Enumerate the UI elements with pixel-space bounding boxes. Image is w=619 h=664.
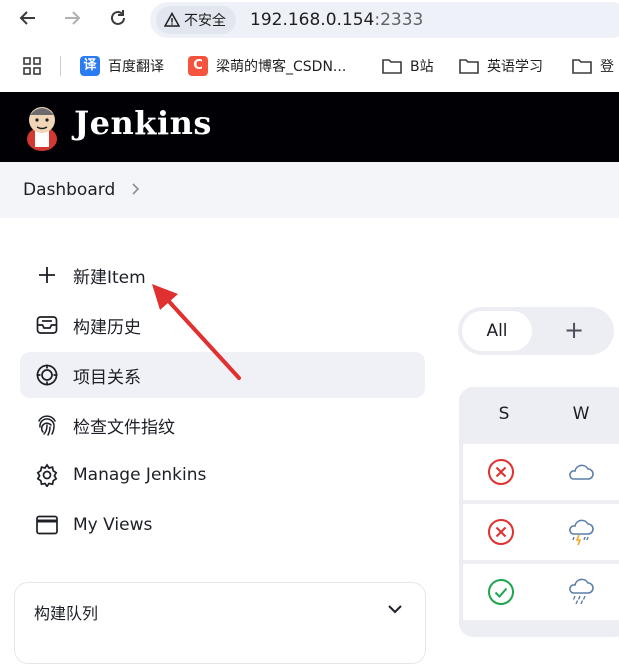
bookmark-folder-english[interactable]: 英语学习	[459, 54, 543, 78]
task-label: My Views	[73, 515, 153, 535]
build-queue-panel[interactable]: 构建队列	[14, 582, 426, 664]
address-bar[interactable]: 不安全 192.168.0.154:2333	[150, 2, 619, 38]
bookmark-label: 百度翻译	[108, 59, 164, 75]
url-host: 192.168.0.154	[250, 10, 375, 30]
cloudy-weather-icon[interactable]	[565, 457, 595, 487]
rainy-weather-icon[interactable]	[565, 577, 595, 607]
inbox-icon	[34, 312, 60, 338]
folder-icon	[459, 59, 479, 74]
task-label: 项目关系	[73, 367, 141, 388]
url-text[interactable]: 192.168.0.154:2333	[250, 10, 423, 30]
chevron-down-icon[interactable]	[387, 603, 403, 615]
thunderstorm-weather-icon[interactable]	[565, 517, 595, 547]
failed-status-icon[interactable]	[486, 457, 516, 487]
bookmark-folder-login[interactable]: 登	[572, 54, 614, 78]
target-icon	[34, 362, 60, 388]
task-label: 检查文件指纹	[73, 417, 175, 438]
bookmark-folder-bilibili[interactable]: B站	[382, 54, 434, 78]
security-indicator[interactable]: 不安全	[156, 6, 236, 34]
fingerprint-icon	[34, 412, 60, 438]
task-manage-jenkins[interactable]: Manage Jenkins	[20, 452, 425, 498]
jenkins-title[interactable]: Jenkins	[74, 104, 212, 142]
browser-chrome: 不安全 192.168.0.154:2333 译 百度翻译 C 梁萌的博客_CS…	[0, 0, 619, 92]
warning-icon	[164, 12, 180, 27]
task-fingerprint-check[interactable]: 检查文件指纹	[20, 402, 425, 448]
chevron-right-icon[interactable]	[130, 181, 142, 197]
bookmark-label: 英语学习	[487, 59, 543, 75]
reload-icon[interactable]	[104, 8, 132, 34]
table-row[interactable]	[463, 564, 619, 620]
forward-icon[interactable]	[58, 8, 86, 34]
view-tabs: All +	[458, 307, 614, 355]
add-view-tab[interactable]: +	[558, 315, 590, 347]
security-label: 不安全	[184, 13, 226, 29]
bookmark-label: 登	[600, 59, 614, 75]
job-table: S W	[459, 387, 619, 637]
failed-status-icon[interactable]	[486, 517, 516, 547]
success-status-icon[interactable]	[486, 577, 516, 607]
task-label: 新建Item	[73, 267, 146, 288]
apps-icon[interactable]	[22, 54, 42, 78]
folder-icon	[572, 59, 592, 74]
jenkins-logo[interactable]	[22, 103, 62, 151]
column-header-weather[interactable]: W	[566, 404, 596, 424]
breadcrumb-dashboard[interactable]: Dashboard	[23, 180, 115, 200]
tab-all[interactable]: All	[462, 311, 532, 351]
gear-icon	[34, 462, 60, 488]
url-port: :2333	[374, 10, 424, 30]
annotation-arrow	[152, 284, 241, 380]
bookmarks-bar: 译 百度翻译 C 梁萌的博客_CSDN... B站 英语学习 登	[0, 46, 619, 86]
bookmark-label: 梁萌的博客_CSDN...	[216, 59, 347, 75]
build-queue-title: 构建队列	[34, 604, 99, 623]
task-label: Manage Jenkins	[73, 465, 207, 485]
task-label: 构建历史	[73, 317, 141, 338]
bookmark-label: B站	[410, 59, 434, 75]
table-row[interactable]	[463, 504, 619, 560]
jenkins-header: Jenkins	[0, 92, 619, 162]
bookmark-csdn-blog[interactable]: C 梁萌的博客_CSDN...	[188, 54, 346, 78]
task-my-views[interactable]: My Views	[20, 502, 425, 548]
plus-icon	[34, 262, 60, 288]
bookmark-baidu-translate[interactable]: 译 百度翻译	[80, 54, 164, 78]
bookmarks-divider	[60, 56, 61, 76]
table-row[interactable]	[463, 444, 619, 500]
folder-icon	[382, 59, 402, 74]
csdn-icon: C	[188, 56, 208, 76]
column-header-status[interactable]: S	[489, 404, 519, 424]
baidu-translate-icon: 译	[80, 56, 100, 76]
breadcrumb: Dashboard	[0, 162, 619, 218]
back-icon[interactable]	[14, 8, 42, 34]
window-icon	[34, 512, 60, 538]
